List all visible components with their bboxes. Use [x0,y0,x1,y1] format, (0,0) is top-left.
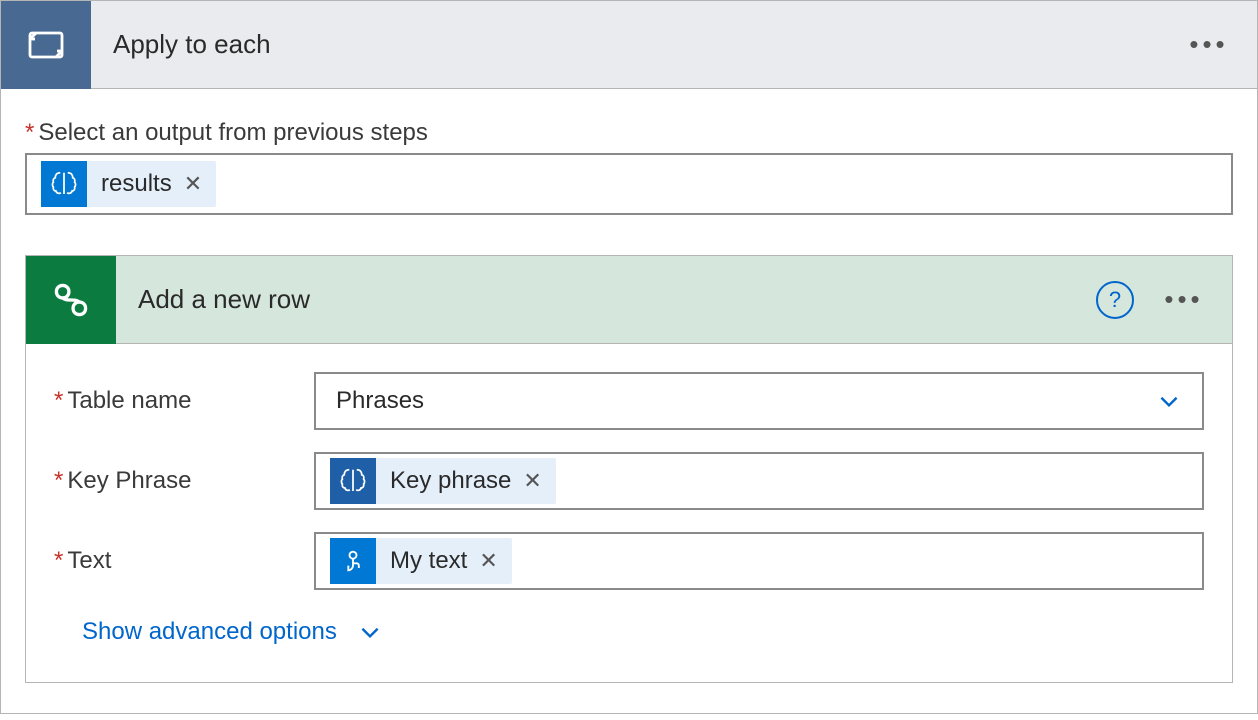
results-token-label: results [101,170,172,198]
key-phrase-token[interactable]: Key phrase ✕ [330,458,556,504]
text-label: *Text [54,547,314,575]
key-phrase-token-label: Key phrase [390,467,511,495]
touch-icon [330,538,376,584]
table-name-label: *Table name [54,387,314,415]
apply-to-each-card: Apply to each ••• *Select an output from… [0,0,1258,714]
required-star-icon: * [54,387,63,414]
table-name-row: *Table name Phrases [54,372,1204,430]
advanced-options-label: Show advanced options [82,618,337,646]
brain-icon [330,458,376,504]
add-row-card: Add a new row ? ••• *Table name Phrases [25,255,1233,683]
required-star-icon: * [54,547,63,574]
chevron-down-icon [1156,388,1182,414]
brain-icon [41,161,87,207]
dataverse-icon [26,256,116,344]
outer-more-button[interactable]: ••• [1179,15,1239,75]
loop-icon [1,1,91,89]
table-name-select[interactable]: Phrases [314,372,1204,430]
add-row-body: *Table name Phrases *Key Phrase [26,344,1232,682]
help-icon: ? [1109,287,1121,313]
close-icon[interactable]: ✕ [479,548,497,574]
my-text-token-label: My text [390,547,467,575]
results-token[interactable]: results ✕ [41,161,216,207]
add-row-header[interactable]: Add a new row ? ••• [26,256,1232,344]
help-button[interactable]: ? [1096,281,1134,319]
add-row-title: Add a new row [116,284,1096,315]
key-phrase-label: *Key Phrase [54,467,314,495]
text-row: *Text My text ✕ [54,532,1204,590]
table-name-value: Phrases [336,387,424,415]
apply-to-each-title: Apply to each [91,29,1179,60]
key-phrase-row: *Key Phrase Key phrase [54,452,1204,510]
apply-to-each-header[interactable]: Apply to each ••• [1,1,1257,89]
apply-to-each-body: *Select an output from previous steps re… [1,89,1257,713]
show-advanced-options-link[interactable]: Show advanced options [82,618,383,646]
select-output-input[interactable]: results ✕ [25,153,1233,215]
chevron-down-icon [357,619,383,645]
key-phrase-input[interactable]: Key phrase ✕ [314,452,1204,510]
required-star-icon: * [54,467,63,494]
close-icon[interactable]: ✕ [184,171,202,197]
inner-more-button[interactable]: ••• [1154,270,1214,330]
required-star-icon: * [25,119,34,146]
my-text-token[interactable]: My text ✕ [330,538,512,584]
close-icon[interactable]: ✕ [523,468,541,494]
text-input[interactable]: My text ✕ [314,532,1204,590]
select-output-label: *Select an output from previous steps [25,119,1233,147]
